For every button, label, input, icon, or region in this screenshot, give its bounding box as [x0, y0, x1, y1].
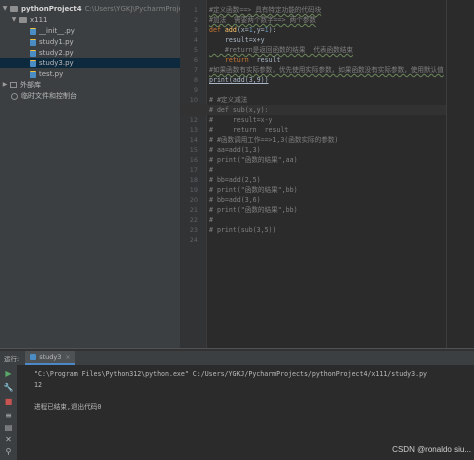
line-number: 20 — [189, 196, 198, 204]
tree-folder[interactable]: ▼ x111 — [11, 15, 48, 25]
code-line-23[interactable]: # print(sub(3,5)) — [209, 225, 277, 235]
line-number: 2 — [193, 16, 198, 24]
console-output-line: 12 — [34, 381, 42, 389]
code-line-11-current[interactable]: # def sub(x,y): — [180, 105, 447, 115]
python-file-icon — [30, 59, 36, 67]
line-number: 16 — [189, 156, 198, 164]
wrench-icon[interactable]: 🔧 — [4, 383, 14, 392]
code-line-15[interactable]: # aa=add(1,3) — [209, 145, 261, 155]
run-icon[interactable]: ▶ — [4, 369, 13, 378]
code-line-7[interactable]: #如果函数有实际参数，优先使用实际参数，如果函数没有实际参数，使用默认值 — [209, 65, 444, 75]
run-toolbar: ▶ 🔧 ■ ≡ ▤ ✕ ⚲ — [0, 365, 17, 460]
tree-file[interactable]: study2.py — [30, 48, 74, 58]
code-editor[interactable]: #定义函数==> 具有特定功能的代码块 #加法 需要两个数字==> 两个参数 d… — [180, 0, 474, 348]
console-exit-line: 进程已结束,退出代码0 — [34, 403, 102, 411]
line-number: 18 — [189, 176, 198, 184]
line-number: 5 — [193, 46, 198, 54]
scratches-icon — [11, 92, 18, 100]
code-line-5[interactable]: #return是返回函数的结果 代表函数结束 — [209, 45, 353, 55]
line-number: 24 — [189, 236, 198, 244]
code-line-13[interactable]: # return result — [209, 125, 288, 135]
line-number: 19 — [189, 186, 198, 194]
folder-name: x111 — [30, 16, 48, 24]
line-number: 8 — [193, 76, 198, 84]
library-icon — [10, 82, 17, 88]
code-line-21[interactable]: # print("函数的结果",bb) — [209, 205, 298, 215]
file-name: study3.py — [39, 59, 74, 67]
right-margin-guide — [446, 0, 447, 348]
file-name: test.py — [39, 70, 64, 78]
tree-file[interactable]: study1.py — [30, 37, 74, 47]
line-number: 7 — [193, 66, 198, 74]
line-number: 13 — [189, 126, 198, 134]
project-panel: ▼ pythonProject4 C:\Users\YGKJ\PycharmPr… — [0, 0, 204, 348]
code-line-4[interactable]: result=x+y — [209, 35, 265, 45]
console-command-line: "C:\Program Files\Python312\python.exe" … — [34, 370, 428, 378]
tree-file-selected[interactable]: study3.py — [0, 58, 180, 68]
code-line-22[interactable]: # — [209, 215, 213, 225]
python-file-icon — [30, 70, 36, 78]
line-number: 15 — [189, 146, 198, 154]
code-line-14[interactable]: # #函数调用工作==>1,3(函数实际的参数) — [209, 135, 338, 145]
python-file-icon — [30, 354, 37, 360]
code-line-16[interactable]: # print("函数的结果",aa) — [209, 155, 298, 165]
tree-file[interactable]: test.py — [30, 69, 63, 79]
run-tab-label: study3 — [39, 353, 62, 361]
close-icon[interactable]: × — [65, 354, 70, 361]
file-name: study2.py — [39, 49, 74, 57]
stop-icon[interactable]: ■ — [4, 397, 13, 406]
watermark: CSDN @ronaldo siu... — [392, 445, 471, 454]
tree-external-libs[interactable]: ▶ 外部库 — [2, 80, 41, 90]
code-line-17[interactable]: # — [209, 165, 213, 175]
line-number: 1 — [193, 6, 198, 14]
code-line-10[interactable]: # #定义减法 — [209, 95, 247, 105]
line-number: 17 — [189, 166, 198, 174]
code-line-1[interactable]: #定义函数==> 具有特定功能的代码块 — [209, 5, 321, 15]
print-icon[interactable]: ▤ — [4, 423, 13, 432]
code-line-6[interactable]: return result — [209, 55, 281, 65]
line-number-gutter[interactable]: 1 2 3 4 5 6 7 8 9 10 11 12 13 14 15 16 1… — [180, 0, 207, 348]
project-root-name: pythonProject4 — [21, 5, 82, 13]
python-file-icon — [30, 27, 36, 35]
run-panel-header: 运行: study3 × — [0, 351, 474, 365]
code-line-18[interactable]: # bb=add(2,5) — [209, 175, 261, 185]
chevron-down-icon[interactable]: ▼ — [11, 15, 17, 25]
pin-icon[interactable]: ⚲ — [4, 447, 13, 456]
folder-icon — [19, 17, 27, 23]
line-number: 3 — [193, 26, 198, 34]
line-number: 6 — [193, 56, 198, 64]
code-line-3[interactable]: def add(x=1,y=1): — [209, 25, 277, 35]
line-number: 9 — [193, 86, 198, 94]
code-line-12[interactable]: # result=x-y — [209, 115, 273, 125]
external-libs-label: 外部库 — [20, 81, 41, 89]
tree-file[interactable]: __init__.py — [30, 26, 75, 36]
python-file-icon — [30, 38, 36, 46]
tree-root[interactable]: ▼ pythonProject4 C:\Users\YGKJ\PycharmPr… — [2, 4, 204, 14]
line-number: 10 — [189, 96, 198, 104]
line-number: 12 — [189, 116, 198, 124]
run-tab-study3[interactable]: study3 × — [25, 351, 76, 365]
line-number: 21 — [189, 206, 198, 214]
code-line-19[interactable]: # print("函数的结果",bb) — [209, 185, 298, 195]
tree-scratches[interactable]: 临时文件和控制台 — [11, 91, 77, 101]
line-number: 22 — [189, 216, 198, 224]
code-line-20[interactable]: # bb=add(3,6) — [209, 195, 261, 205]
run-label: 运行: — [4, 355, 20, 363]
line-number: 4 — [193, 36, 198, 44]
python-file-icon — [30, 49, 36, 57]
line-number: 23 — [189, 226, 198, 234]
file-name: __init__.py — [39, 27, 75, 35]
folder-icon — [10, 6, 18, 12]
rerun-icon[interactable]: ≡ — [4, 411, 13, 420]
chevron-right-icon[interactable]: ▶ — [2, 80, 8, 90]
code-line-2[interactable]: #加法 需要两个数字==> 两个参数 — [209, 15, 316, 25]
scratches-label: 临时文件和控制台 — [21, 92, 77, 100]
line-number: 14 — [189, 136, 198, 144]
file-name: study1.py — [39, 38, 74, 46]
code-line-8[interactable]: print(add(3,9)) — [209, 75, 269, 85]
chevron-down-icon[interactable]: ▼ — [2, 4, 8, 14]
delete-icon[interactable]: ✕ — [4, 435, 13, 444]
